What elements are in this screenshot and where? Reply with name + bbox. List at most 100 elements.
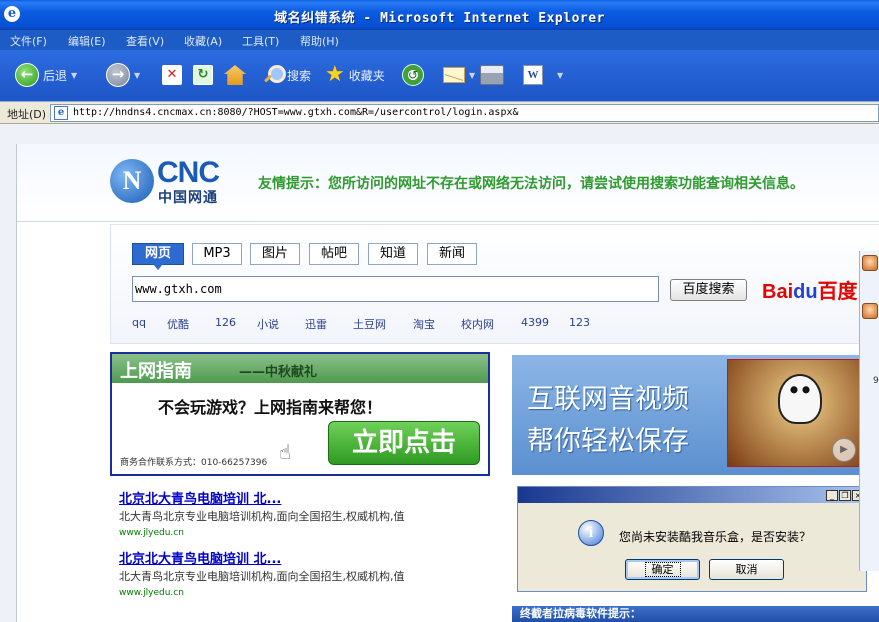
avatar[interactable]: [862, 303, 878, 319]
quick-link-126[interactable]: 126: [215, 316, 236, 329]
page-header: N CNC 中国网通 友情提示：您所访问的网址不存在或网络无法访问，请尝试使用搜…: [17, 144, 879, 222]
tab-images[interactable]: 图片: [250, 243, 300, 265]
video-banner-line1: 互联网音视频: [527, 384, 689, 415]
menu-favorites[interactable]: 收藏(A): [184, 33, 222, 49]
search-input[interactable]: www.gtxh.com: [132, 276, 659, 302]
stop-icon: ✕: [162, 65, 182, 85]
forward-button[interactable]: → ▼: [106, 62, 140, 88]
refresh-button[interactable]: ↻: [193, 62, 213, 88]
avatar[interactable]: [862, 255, 878, 271]
video-thumbnail[interactable]: ▶: [727, 359, 874, 467]
forward-dropdown-icon[interactable]: ▼: [134, 71, 140, 80]
print-button[interactable]: [480, 62, 504, 88]
video-banner-ad[interactable]: 互联网音视频 帮你轻松保存 ▶: [512, 355, 879, 475]
mail-button[interactable]: ▼: [443, 62, 475, 88]
back-button[interactable]: ← 后退 ▼: [15, 62, 77, 88]
baidu-logo[interactable]: Baidu百度: [762, 275, 858, 304]
search-button[interactable]: 搜索: [263, 62, 311, 88]
home-icon: [224, 65, 246, 85]
ok-button[interactable]: 确定: [625, 559, 700, 580]
minimize-icon[interactable]: _: [826, 490, 838, 501]
restore-icon[interactable]: ❐: [839, 490, 851, 501]
result-title[interactable]: 北京北大青鸟电脑培训 北...: [119, 488, 281, 507]
ok-button-label: 确定: [644, 562, 681, 577]
edit-dropdown-icon[interactable]: ▼: [557, 71, 563, 80]
cancel-button[interactable]: 取消: [709, 559, 784, 580]
address-url: http://hndns4.cncmax.cn:8080/?HOST=www.g…: [73, 107, 519, 118]
media-button[interactable]: ↺: [402, 62, 424, 88]
antivirus-notice: 终截者拉病毒软件提示：: [512, 606, 879, 622]
baidu-logo-left: Bai: [762, 281, 794, 303]
page-icon: e: [54, 106, 68, 120]
quick-link-taobao[interactable]: 淘宝: [413, 316, 435, 332]
star-icon: ★: [325, 62, 345, 87]
page-viewport: N CNC 中国网通 友情提示：您所访问的网址不存在或网络无法访问，请尝试使用搜…: [0, 124, 879, 622]
video-banner-line2: 帮你轻松保存: [527, 426, 689, 457]
guide-ad-subtitle: ——中秋献礼: [239, 365, 318, 380]
quick-link-123[interactable]: 123: [569, 316, 590, 329]
browser-window: e 域名纠错系统 - Microsoft Internet Explorer 文…: [0, 0, 879, 622]
page-content: N CNC 中国网通 友情提示：您所访问的网址不存在或网络无法访问，请尝试使用搜…: [16, 144, 879, 622]
tab-web[interactable]: 网页: [132, 243, 184, 270]
result-desc: 北大青鸟北京专业电脑培训机构,面向全国招生,权威机构,值: [119, 570, 405, 583]
side-widget[interactable]: [859, 251, 879, 571]
side-widget-text: 9: [873, 376, 879, 386]
title-bar: e 域名纠错系统 - Microsoft Internet Explorer: [0, 0, 879, 30]
guide-ad-header: 上网指南 ——中秋献礼: [112, 354, 488, 383]
search-area: 网页 MP3 图片 帖吧 知道 新闻 www.gtxh.com 百度搜索 Bai…: [110, 224, 879, 344]
favorites-button[interactable]: ★ 收藏夹: [325, 62, 385, 88]
refresh-icon: ↻: [193, 65, 213, 85]
quick-link-youku[interactable]: 优酷: [167, 316, 189, 332]
quick-link-xunlei[interactable]: 迅雷: [305, 316, 327, 332]
back-dropdown-icon[interactable]: ▼: [71, 71, 77, 80]
guide-ad[interactable]: 上网指南 ——中秋献礼 不会玩游戏？上网指南来帮您！ 商务合作联系方式：010-…: [110, 352, 490, 476]
guide-ad-title: 上网指南: [120, 361, 192, 382]
search-icon: [263, 65, 286, 85]
quick-link-tudou[interactable]: 土豆网: [353, 316, 386, 332]
back-label: 后退: [43, 68, 68, 83]
mail-icon: [443, 67, 465, 83]
baidu-paw-icon: du: [793, 281, 818, 303]
tab-news[interactable]: 新闻: [427, 243, 477, 265]
menu-help[interactable]: 帮助(H): [300, 33, 339, 49]
mail-dropdown-icon[interactable]: ▼: [469, 71, 475, 80]
quick-link-qq[interactable]: qq: [132, 316, 146, 329]
result-desc: 北大青鸟北京专业电脑培训机构,面向全国招生,权威机构,值: [119, 510, 405, 523]
word-icon: W: [523, 65, 543, 85]
cnc-logo-subtitle: 中国网通: [158, 190, 218, 206]
cnc-logo-text: CNC: [157, 156, 220, 189]
address-input[interactable]: e http://hndns4.cncmax.cn:8080/?HOST=www…: [50, 104, 879, 122]
print-icon: [480, 65, 504, 85]
click-now-button[interactable]: 立即点击: [328, 421, 480, 465]
toolbar: ← 后退 ▼ → ▼ ✕ ↻ 搜索 ★ 收藏夹 ↺ ▼ W ▼: [0, 50, 879, 102]
stop-button[interactable]: ✕: [162, 62, 182, 88]
result-url[interactable]: www.jlyedu.cn: [119, 528, 184, 538]
dialog-title-bar: _ ❐ ×: [518, 487, 866, 503]
menu-view[interactable]: 查看(V): [126, 33, 164, 49]
menu-edit[interactable]: 编辑(E): [68, 33, 106, 49]
tab-mp3[interactable]: MP3: [192, 243, 242, 265]
baidu-search-button[interactable]: 百度搜索: [670, 279, 747, 301]
play-icon[interactable]: ▶: [832, 438, 856, 462]
quick-link-4399[interactable]: 4399: [521, 316, 549, 329]
quick-link-xiaonei[interactable]: 校内网: [461, 316, 494, 332]
result-title[interactable]: 北京北大青鸟电脑培训 北...: [119, 548, 281, 567]
quick-link-novel[interactable]: 小说: [257, 316, 279, 332]
media-icon: ↺: [402, 64, 424, 86]
tab-tieba[interactable]: 帖吧: [309, 243, 359, 265]
menu-tools[interactable]: 工具(T): [242, 33, 279, 49]
baidu-logo-right: 百度: [817, 281, 858, 303]
menu-file[interactable]: 文件(F): [10, 33, 47, 49]
guide-ad-tagline: 不会玩游戏？上网指南来帮您！: [158, 398, 383, 417]
cnc-logo-icon: N: [110, 159, 154, 203]
back-arrow-icon: ←: [15, 63, 39, 87]
tab-zhidao[interactable]: 知道: [368, 243, 418, 265]
hint-message: 友情提示：您所访问的网址不存在或网络无法访问，请尝试使用搜索功能查询相关信息。: [258, 176, 804, 192]
result-url[interactable]: www.jlyedu.cn: [119, 588, 184, 598]
edit-button[interactable]: W ▼: [523, 62, 563, 88]
window-title: 域名纠错系统 - Microsoft Internet Explorer: [274, 11, 605, 26]
info-icon: i: [578, 520, 604, 546]
favorites-label: 收藏夹: [348, 68, 385, 83]
home-button[interactable]: [224, 62, 246, 88]
address-label: 地址(D): [7, 108, 47, 121]
